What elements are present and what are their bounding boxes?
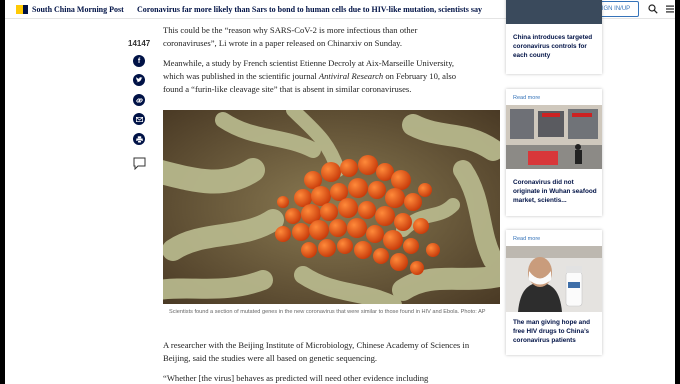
- article-photo[interactable]: [163, 110, 500, 304]
- twitter-share-button[interactable]: [133, 74, 145, 86]
- print-button[interactable]: [133, 133, 145, 145]
- article-paragraph-1: This could be the “reason why SARS-CoV-2…: [163, 25, 418, 48]
- read-more-label: Read more: [513, 95, 541, 101]
- photo-caption: Scientists found a section of mutated ge…: [169, 309, 486, 315]
- read-more-label: Read more: [513, 236, 541, 242]
- article-paragraph-4: “Whether [the virus] behaves as predicte…: [163, 373, 429, 383]
- virus-micrograph-image: [163, 110, 500, 304]
- article-paragraph-2: Meanwhile, a study by French scientist E…: [163, 58, 457, 94]
- site-logo[interactable]: South China Morning Post: [16, 5, 124, 14]
- related-card-2-image: [506, 105, 602, 169]
- related-card-3-image: [506, 246, 602, 312]
- comment-icon[interactable]: [133, 157, 146, 170]
- site-name: South China Morning Post: [32, 5, 124, 14]
- browser-page: South China Morning Post Coronavirus far…: [5, 0, 675, 384]
- print-icon: [135, 135, 143, 143]
- share-count: 14147: [128, 39, 151, 48]
- email-share-button[interactable]: [133, 113, 145, 125]
- related-card-3-title[interactable]: The man giving hope and free HIV drugs t…: [513, 318, 597, 346]
- facebook-share-button[interactable]: f: [133, 55, 145, 67]
- related-card-1-image: [506, 0, 602, 24]
- menu-icon[interactable]: [666, 5, 674, 13]
- related-card-1[interactable]: China introduces targeted coronavirus co…: [506, 0, 602, 74]
- article-paragraph-3: A researcher with the Beijing Institute …: [163, 340, 470, 363]
- article-headline: Coronavirus far more likely than Sars to…: [137, 5, 482, 14]
- email-icon: [135, 116, 143, 122]
- related-card-3[interactable]: Read more The man giving hope and free H…: [506, 230, 602, 355]
- facebook-icon: f: [137, 57, 141, 65]
- journal-name: Antiviral Research: [318, 71, 384, 81]
- related-card-2-title[interactable]: Coronavirus did not originate in Wuhan s…: [513, 178, 597, 206]
- logo-mark-icon: [16, 5, 28, 14]
- related-card-1-title[interactable]: China introduces targeted coronavirus co…: [513, 33, 597, 61]
- link-icon: [135, 97, 143, 103]
- search-icon[interactable]: [648, 4, 658, 14]
- twitter-icon: [135, 77, 142, 83]
- copy-link-button[interactable]: [133, 94, 145, 106]
- related-card-2[interactable]: Read more Coronavirus did not originate …: [506, 89, 602, 216]
